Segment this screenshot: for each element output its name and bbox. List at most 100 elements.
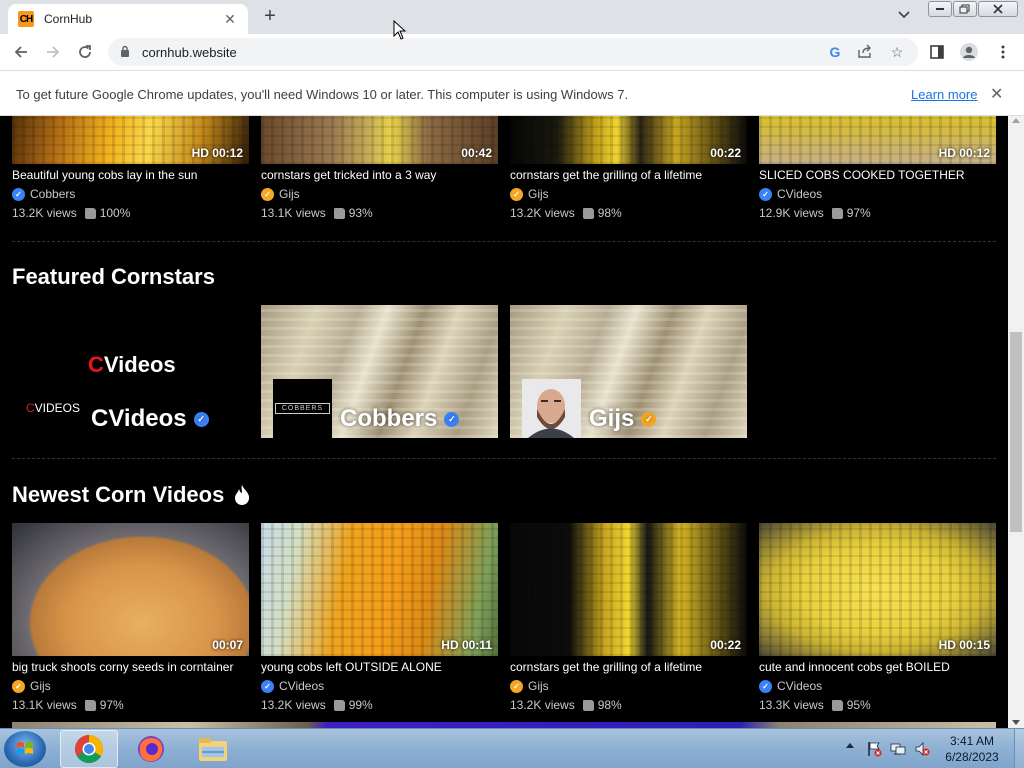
video-thumbnail[interactable]: HD 00:11 xyxy=(261,523,498,656)
newest-section-label: Newest Corn Videos xyxy=(12,482,225,507)
video-card[interactable]: HD 00:12 Beautiful young cobs lay in the… xyxy=(12,116,249,220)
video-card[interactable]: 00:07 big truck shoots corny seeds in co… xyxy=(12,523,249,712)
video-title[interactable]: cornstars get the grilling of a lifetime xyxy=(510,660,747,674)
channel-name[interactable]: CVideos xyxy=(279,679,324,693)
thumbs-up-icon xyxy=(333,699,345,711)
featured-cornstar-card[interactable]: Gijs ✓ xyxy=(510,305,747,438)
kebab-menu-icon[interactable] xyxy=(992,42,1014,62)
cvideos-logo: CVideos xyxy=(88,352,176,377)
video-thumbnail[interactable]: HD 00:12 xyxy=(12,116,249,164)
firefox-taskbar-button[interactable] xyxy=(122,730,180,768)
thumbs-up-icon xyxy=(582,207,594,219)
channel-name[interactable]: Gijs xyxy=(279,187,300,201)
video-card[interactable]: HD 00:11 young cobs left OUTSIDE ALONE ✓… xyxy=(261,523,498,712)
show-desktop-button[interactable] xyxy=(1014,729,1024,768)
window-minimize-button[interactable] xyxy=(928,1,952,17)
infobar-close-icon[interactable]: ✕ xyxy=(990,84,1003,104)
video-title[interactable]: Beautiful young cobs lay in the sun xyxy=(12,168,249,182)
mouse-cursor-icon xyxy=(393,20,407,40)
featured-name[interactable]: CVideos ✓ xyxy=(91,405,209,433)
video-thumbnail[interactable]: 00:42 xyxy=(261,116,498,164)
back-arrow-icon[interactable] xyxy=(8,40,34,64)
verified-badge-icon: ✓ xyxy=(261,187,274,201)
share-icon[interactable] xyxy=(856,44,874,60)
featured-name[interactable]: Cobbers ✓ xyxy=(340,405,460,433)
reload-icon[interactable] xyxy=(72,40,98,64)
tab-search-chevron-icon[interactable] xyxy=(894,8,914,26)
video-card[interactable]: 00:22 cornstars get the grilling of a li… xyxy=(510,116,747,220)
scrollbar-thumb[interactable] xyxy=(1010,332,1022,532)
side-panel-icon[interactable] xyxy=(926,42,948,62)
rating: 93% xyxy=(348,206,373,220)
channel-name[interactable]: Gijs xyxy=(30,679,51,693)
view-count: 13.2K views xyxy=(12,206,77,220)
tray-expand-arrow-icon[interactable] xyxy=(846,743,854,748)
page-scrollbar[interactable] xyxy=(1008,116,1024,728)
cobbers-avatar: COBBERS xyxy=(273,379,332,438)
video-title[interactable]: cornstars get tricked into a 3 way xyxy=(261,168,498,182)
video-thumbnail[interactable]: HD 00:15 xyxy=(759,523,996,656)
channel-name[interactable]: CVideos xyxy=(777,679,822,693)
bookmark-star-icon[interactable]: ☆ xyxy=(888,44,906,60)
chrome-taskbar-button[interactable] xyxy=(60,730,118,768)
featured-cornstar-card[interactable]: COBBERS Cobbers ✓ xyxy=(261,305,498,438)
featured-name[interactable]: Gijs ✓ xyxy=(589,405,657,433)
windows-logo-icon xyxy=(17,742,33,754)
video-thumbnail[interactable]: 00:22 xyxy=(510,523,747,656)
video-title[interactable]: young cobs left OUTSIDE ALONE xyxy=(261,660,498,674)
new-tab-button[interactable]: + xyxy=(258,6,282,28)
video-thumbnail[interactable]: 00:22 xyxy=(510,116,747,164)
system-clock[interactable]: 3:41 AM 6/28/2023 xyxy=(936,733,1008,765)
start-button[interactable] xyxy=(4,731,46,767)
cornstar-name[interactable]: Cobbers xyxy=(340,405,437,433)
video-card[interactable]: HD 00:15 cute and innocent cobs get BOIL… xyxy=(759,523,996,712)
view-count: 13.2K views xyxy=(510,206,575,220)
video-title[interactable]: big truck shoots corny seeds in corntain… xyxy=(12,660,249,674)
video-title[interactable]: cornstars get the grilling of a lifetime xyxy=(510,168,747,182)
url-text[interactable]: cornhub.website xyxy=(142,45,237,60)
thumbs-up-icon xyxy=(831,699,843,711)
verified-badge-icon: ✓ xyxy=(759,679,772,693)
video-title[interactable]: SLICED COBS COOKED TOGETHER xyxy=(759,168,996,182)
scroll-down-arrow-icon[interactable] xyxy=(1012,720,1020,725)
video-thumbnail[interactable]: HD 00:12 xyxy=(759,116,996,164)
verified-badge-icon: ✓ xyxy=(12,187,25,201)
view-count: 13.2K views xyxy=(261,698,326,712)
learn-more-link[interactable]: Learn more xyxy=(911,87,977,102)
section-divider xyxy=(12,458,996,459)
fire-icon xyxy=(235,485,250,505)
channel-name[interactable]: CVideos xyxy=(777,187,822,201)
page-content: HD 00:12 Beautiful young cobs lay in the… xyxy=(0,116,1008,728)
video-duration: HD 00:15 xyxy=(938,638,990,652)
explorer-taskbar-button[interactable] xyxy=(184,730,242,768)
newest-section-title: Newest Corn Videos xyxy=(12,482,251,508)
lock-icon[interactable] xyxy=(120,45,130,57)
channel-name[interactable]: Gijs xyxy=(528,679,549,693)
video-duration: HD 00:11 xyxy=(441,638,492,652)
browser-tab[interactable]: CH CornHub ✕ xyxy=(8,4,248,34)
cornstar-name[interactable]: CVideos xyxy=(91,405,187,433)
network-icon[interactable] xyxy=(890,741,906,757)
tab-close-icon[interactable]: ✕ xyxy=(222,11,238,28)
tab-strip: CH CornHub ✕ + xyxy=(0,0,1024,34)
rating: 100% xyxy=(99,206,131,220)
video-card[interactable]: 00:42 cornstars get tricked into a 3 way… xyxy=(261,116,498,220)
forward-arrow-icon[interactable] xyxy=(40,40,66,64)
action-center-flag-icon[interactable] xyxy=(866,741,882,757)
volume-muted-icon[interactable] xyxy=(914,741,930,757)
window-close-button[interactable] xyxy=(978,1,1018,17)
profile-avatar-icon[interactable] xyxy=(958,42,980,62)
google-lens-icon[interactable]: G xyxy=(826,44,844,60)
video-card[interactable]: 00:22 cornstars get the grilling of a li… xyxy=(510,523,747,712)
video-thumbnail[interactable]: 00:07 xyxy=(12,523,249,656)
channel-name[interactable]: Gijs xyxy=(528,187,549,201)
cornstar-name[interactable]: Gijs xyxy=(589,405,634,433)
video-title[interactable]: cute and innocent cobs get BOILED xyxy=(759,660,996,674)
channel-name[interactable]: Cobbers xyxy=(30,187,75,201)
window-restore-button[interactable] xyxy=(953,1,977,17)
scroll-up-arrow-icon[interactable] xyxy=(1012,118,1020,123)
section-divider xyxy=(12,241,996,242)
rating: 98% xyxy=(597,206,622,220)
video-card[interactable]: HD 00:12 SLICED COBS COOKED TOGETHER ✓ CV… xyxy=(759,116,996,220)
address-bar[interactable]: cornhub.website G ☆ xyxy=(108,38,918,66)
